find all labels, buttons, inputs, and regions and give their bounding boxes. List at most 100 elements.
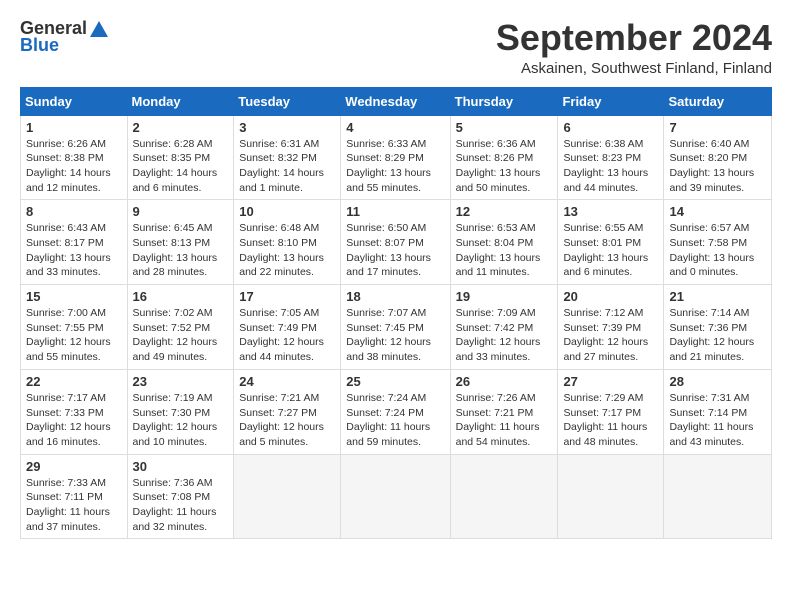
location-subtitle: Askainen, Southwest Finland, Finland: [496, 60, 772, 77]
day-of-week-header: Thursday: [450, 87, 558, 115]
day-detail: Sunrise: 7:09 AMSunset: 7:42 PMDaylight:…: [456, 307, 541, 363]
day-number: 12: [456, 204, 553, 219]
day-number: 16: [133, 289, 229, 304]
day-number: 15: [26, 289, 122, 304]
day-detail: Sunrise: 7:24 AMSunset: 7:24 PMDaylight:…: [346, 392, 430, 448]
day-number: 27: [563, 374, 658, 389]
calendar-day-cell: 29 Sunrise: 7:33 AMSunset: 7:11 PMDaylig…: [21, 454, 128, 539]
calendar-day-cell: 12 Sunrise: 6:53 AMSunset: 8:04 PMDaylig…: [450, 200, 558, 285]
calendar-day-cell: 16 Sunrise: 7:02 AMSunset: 7:52 PMDaylig…: [127, 285, 234, 370]
day-number: 9: [133, 204, 229, 219]
day-number: 8: [26, 204, 122, 219]
logo-icon: [90, 21, 108, 37]
day-detail: Sunrise: 7:33 AMSunset: 7:11 PMDaylight:…: [26, 477, 110, 533]
day-number: 13: [563, 204, 658, 219]
calendar-week-row: 29 Sunrise: 7:33 AMSunset: 7:11 PMDaylig…: [21, 454, 772, 539]
day-number: 3: [239, 120, 335, 135]
day-detail: Sunrise: 6:36 AMSunset: 8:26 PMDaylight:…: [456, 138, 541, 194]
day-detail: Sunrise: 7:02 AMSunset: 7:52 PMDaylight:…: [133, 307, 218, 363]
day-detail: Sunrise: 6:33 AMSunset: 8:29 PMDaylight:…: [346, 138, 431, 194]
calendar-week-row: 8 Sunrise: 6:43 AMSunset: 8:17 PMDayligh…: [21, 200, 772, 285]
title-area: September 2024 Askainen, Southwest Finla…: [496, 18, 772, 77]
page: General Blue September 2024 Askainen, So…: [0, 0, 792, 612]
day-number: 28: [669, 374, 766, 389]
calendar-header-row: SundayMondayTuesdayWednesdayThursdayFrid…: [21, 87, 772, 115]
calendar-day-cell: 30 Sunrise: 7:36 AMSunset: 7:08 PMDaylig…: [127, 454, 234, 539]
calendar-day-cell: 24 Sunrise: 7:21 AMSunset: 7:27 PMDaylig…: [234, 369, 341, 454]
day-detail: Sunrise: 6:26 AMSunset: 8:38 PMDaylight:…: [26, 138, 111, 194]
day-number: 19: [456, 289, 553, 304]
calendar-day-cell: 10 Sunrise: 6:48 AMSunset: 8:10 PMDaylig…: [234, 200, 341, 285]
calendar-week-row: 1 Sunrise: 6:26 AMSunset: 8:38 PMDayligh…: [21, 115, 772, 200]
calendar-day-cell: 28 Sunrise: 7:31 AMSunset: 7:14 PMDaylig…: [664, 369, 772, 454]
day-detail: Sunrise: 6:45 AMSunset: 8:13 PMDaylight:…: [133, 222, 218, 278]
day-detail: Sunrise: 6:48 AMSunset: 8:10 PMDaylight:…: [239, 222, 324, 278]
calendar-day-cell: 5 Sunrise: 6:36 AMSunset: 8:26 PMDayligh…: [450, 115, 558, 200]
calendar-day-cell: [664, 454, 772, 539]
day-detail: Sunrise: 7:17 AMSunset: 7:33 PMDaylight:…: [26, 392, 111, 448]
day-of-week-header: Sunday: [21, 87, 128, 115]
day-number: 2: [133, 120, 229, 135]
calendar-day-cell: 26 Sunrise: 7:26 AMSunset: 7:21 PMDaylig…: [450, 369, 558, 454]
calendar-day-cell: 4 Sunrise: 6:33 AMSunset: 8:29 PMDayligh…: [341, 115, 450, 200]
calendar-day-cell: 19 Sunrise: 7:09 AMSunset: 7:42 PMDaylig…: [450, 285, 558, 370]
calendar-day-cell: 27 Sunrise: 7:29 AMSunset: 7:17 PMDaylig…: [558, 369, 664, 454]
day-detail: Sunrise: 7:29 AMSunset: 7:17 PMDaylight:…: [563, 392, 647, 448]
day-detail: Sunrise: 7:12 AMSunset: 7:39 PMDaylight:…: [563, 307, 648, 363]
day-detail: Sunrise: 6:57 AMSunset: 7:58 PMDaylight:…: [669, 222, 754, 278]
calendar-day-cell: 9 Sunrise: 6:45 AMSunset: 8:13 PMDayligh…: [127, 200, 234, 285]
calendar-day-cell: 22 Sunrise: 7:17 AMSunset: 7:33 PMDaylig…: [21, 369, 128, 454]
calendar-day-cell: 25 Sunrise: 7:24 AMSunset: 7:24 PMDaylig…: [341, 369, 450, 454]
day-number: 29: [26, 459, 122, 474]
calendar-day-cell: 18 Sunrise: 7:07 AMSunset: 7:45 PMDaylig…: [341, 285, 450, 370]
calendar-day-cell: 17 Sunrise: 7:05 AMSunset: 7:49 PMDaylig…: [234, 285, 341, 370]
logo-blue-text: Blue: [20, 35, 59, 56]
day-number: 18: [346, 289, 444, 304]
day-number: 26: [456, 374, 553, 389]
day-detail: Sunrise: 7:21 AMSunset: 7:27 PMDaylight:…: [239, 392, 324, 448]
calendar-day-cell: 11 Sunrise: 6:50 AMSunset: 8:07 PMDaylig…: [341, 200, 450, 285]
day-detail: Sunrise: 7:07 AMSunset: 7:45 PMDaylight:…: [346, 307, 431, 363]
calendar-day-cell: 2 Sunrise: 6:28 AMSunset: 8:35 PMDayligh…: [127, 115, 234, 200]
calendar-day-cell: 6 Sunrise: 6:38 AMSunset: 8:23 PMDayligh…: [558, 115, 664, 200]
calendar-day-cell: 7 Sunrise: 6:40 AMSunset: 8:20 PMDayligh…: [664, 115, 772, 200]
day-detail: Sunrise: 7:26 AMSunset: 7:21 PMDaylight:…: [456, 392, 540, 448]
header: General Blue September 2024 Askainen, So…: [20, 18, 772, 77]
day-detail: Sunrise: 7:19 AMSunset: 7:30 PMDaylight:…: [133, 392, 218, 448]
calendar-table: SundayMondayTuesdayWednesdayThursdayFrid…: [20, 87, 772, 540]
day-detail: Sunrise: 6:40 AMSunset: 8:20 PMDaylight:…: [669, 138, 754, 194]
day-detail: Sunrise: 7:05 AMSunset: 7:49 PMDaylight:…: [239, 307, 324, 363]
day-detail: Sunrise: 6:55 AMSunset: 8:01 PMDaylight:…: [563, 222, 648, 278]
calendar-day-cell: 21 Sunrise: 7:14 AMSunset: 7:36 PMDaylig…: [664, 285, 772, 370]
day-of-week-header: Tuesday: [234, 87, 341, 115]
day-number: 24: [239, 374, 335, 389]
day-number: 5: [456, 120, 553, 135]
day-number: 11: [346, 204, 444, 219]
calendar-day-cell: 15 Sunrise: 7:00 AMSunset: 7:55 PMDaylig…: [21, 285, 128, 370]
month-title: September 2024: [496, 18, 772, 58]
calendar-day-cell: 1 Sunrise: 6:26 AMSunset: 8:38 PMDayligh…: [21, 115, 128, 200]
calendar-day-cell: 23 Sunrise: 7:19 AMSunset: 7:30 PMDaylig…: [127, 369, 234, 454]
day-number: 17: [239, 289, 335, 304]
calendar-day-cell: 13 Sunrise: 6:55 AMSunset: 8:01 PMDaylig…: [558, 200, 664, 285]
day-of-week-header: Saturday: [664, 87, 772, 115]
day-number: 7: [669, 120, 766, 135]
day-number: 23: [133, 374, 229, 389]
day-detail: Sunrise: 7:31 AMSunset: 7:14 PMDaylight:…: [669, 392, 753, 448]
calendar-week-row: 15 Sunrise: 7:00 AMSunset: 7:55 PMDaylig…: [21, 285, 772, 370]
day-number: 22: [26, 374, 122, 389]
calendar-week-row: 22 Sunrise: 7:17 AMSunset: 7:33 PMDaylig…: [21, 369, 772, 454]
day-of-week-header: Friday: [558, 87, 664, 115]
day-detail: Sunrise: 6:38 AMSunset: 8:23 PMDaylight:…: [563, 138, 648, 194]
day-number: 10: [239, 204, 335, 219]
day-detail: Sunrise: 6:43 AMSunset: 8:17 PMDaylight:…: [26, 222, 111, 278]
day-of-week-header: Wednesday: [341, 87, 450, 115]
calendar-day-cell: 14 Sunrise: 6:57 AMSunset: 7:58 PMDaylig…: [664, 200, 772, 285]
day-of-week-header: Monday: [127, 87, 234, 115]
calendar-day-cell: [341, 454, 450, 539]
calendar-day-cell: 3 Sunrise: 6:31 AMSunset: 8:32 PMDayligh…: [234, 115, 341, 200]
day-detail: Sunrise: 6:31 AMSunset: 8:32 PMDaylight:…: [239, 138, 324, 194]
day-detail: Sunrise: 7:36 AMSunset: 7:08 PMDaylight:…: [133, 477, 217, 533]
calendar-day-cell: [558, 454, 664, 539]
calendar-day-cell: [234, 454, 341, 539]
